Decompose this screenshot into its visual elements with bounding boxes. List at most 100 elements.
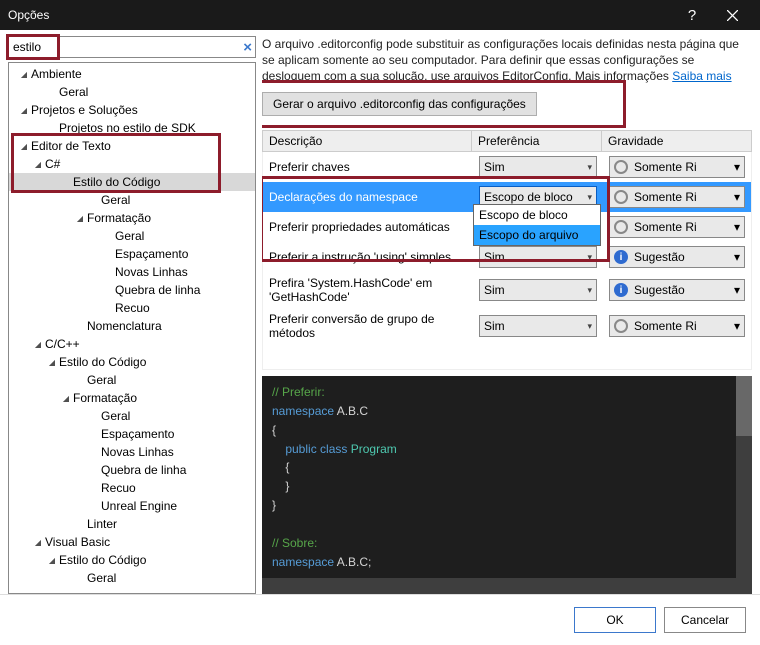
- expander-icon[interactable]: [17, 69, 31, 79]
- grid-row[interactable]: Declarações do namespaceEscopo de bloco▾…: [263, 182, 751, 212]
- preference-select[interactable]: Sim▾: [479, 315, 597, 337]
- tree-node[interactable]: C/C++: [9, 335, 255, 353]
- preference-select[interactable]: Sim▾: [479, 156, 597, 178]
- expander-icon[interactable]: [31, 339, 45, 349]
- tree-label: Espaçamento: [115, 247, 188, 261]
- tree-node[interactable]: Estilo do Código: [9, 353, 255, 371]
- clear-search-icon[interactable]: ×: [243, 39, 252, 56]
- tree-node[interactable]: C#: [9, 155, 255, 173]
- tree-label: Formatação: [87, 211, 151, 225]
- horizontal-scrollbar[interactable]: [262, 578, 752, 594]
- close-icon[interactable]: [712, 0, 752, 30]
- expander-icon[interactable]: [31, 537, 45, 547]
- tree-label: C/C++: [45, 337, 80, 351]
- expander-icon[interactable]: [31, 159, 45, 169]
- tree-node[interactable]: Geral: [9, 83, 255, 101]
- expander-icon[interactable]: [45, 357, 59, 367]
- tree-node[interactable]: Geral: [9, 371, 255, 389]
- tree-node[interactable]: Novas Linhas: [9, 263, 255, 281]
- tree-node[interactable]: Estilo do Código: [9, 173, 255, 191]
- search-input[interactable]: [8, 36, 256, 58]
- ok-button[interactable]: OK: [574, 607, 656, 633]
- tree-label: Editor de Texto: [31, 139, 111, 153]
- dropdown-option[interactable]: Escopo do arquivo: [474, 225, 600, 245]
- tree-node[interactable]: Projetos e Soluções: [9, 101, 255, 119]
- tree-node[interactable]: Editor de Texto: [9, 137, 255, 155]
- cell-description: Declarações do namespace: [263, 182, 473, 212]
- severity-select[interactable]: Somente Ri▾: [609, 315, 745, 337]
- grid-row[interactable]: Prefira 'System.HashCode' em 'GetHashCod…: [263, 272, 751, 308]
- grid-row[interactable]: Preferir a instrução 'using' simplesSim▾…: [263, 242, 751, 272]
- tree-label: Formatação: [73, 391, 137, 405]
- tree-label: Linter: [87, 517, 117, 531]
- tree-node[interactable]: Projetos no estilo de SDK: [9, 119, 255, 137]
- ring-icon: [614, 160, 628, 174]
- ring-icon: [614, 190, 628, 204]
- preference-select[interactable]: Sim▾: [479, 246, 597, 268]
- grid-row[interactable]: Preferir chavesSim▾Somente Ri▾: [263, 152, 751, 182]
- cell-description: Preferir conversão de grupo de métodos: [263, 308, 473, 344]
- code-line: {: [272, 460, 289, 474]
- cell-description: Prefira 'System.HashCode' em 'GetHashCod…: [263, 272, 473, 308]
- grid-header: Descrição Preferência Gravidade: [262, 130, 752, 152]
- tree-node[interactable]: Espaçamento: [9, 245, 255, 263]
- tree-node[interactable]: Recuo: [9, 299, 255, 317]
- preference-select[interactable]: Sim▾: [479, 279, 597, 301]
- severity-select[interactable]: iSugestão▾: [609, 279, 745, 301]
- tree-label: Geral: [101, 193, 130, 207]
- titlebar: Opções ?: [0, 0, 760, 30]
- expander-icon[interactable]: [17, 105, 31, 115]
- ring-icon: [614, 319, 628, 333]
- tree-label: Nomenclatura: [87, 319, 162, 333]
- options-tree[interactable]: AmbienteGeralProjetos e SoluçõesProjetos…: [8, 62, 256, 594]
- tree-node[interactable]: Quebra de linha: [9, 461, 255, 479]
- generate-editorconfig-button[interactable]: Gerar o arquivo .editorconfig das config…: [262, 92, 537, 116]
- code-preview: // Preferir: namespace A.B.C { public cl…: [262, 376, 752, 594]
- expander-icon[interactable]: [73, 213, 87, 223]
- severity-label: Somente Ri: [634, 160, 697, 174]
- tree-node[interactable]: Quebra de linha: [9, 281, 255, 299]
- tree-label: Quebra de linha: [115, 283, 200, 297]
- tree-node[interactable]: Visual Basic: [9, 533, 255, 551]
- code-line: // Preferir:: [272, 385, 325, 399]
- code-token: A.B.C;: [334, 555, 371, 569]
- tree-node[interactable]: Formatação: [9, 389, 255, 407]
- chevron-down-icon: ▾: [587, 321, 592, 332]
- dropdown-option[interactable]: Escopo de bloco: [474, 205, 600, 225]
- tree-node[interactable]: Geral: [9, 191, 255, 209]
- tree-node[interactable]: Ambiente: [9, 65, 255, 83]
- dialog-footer: OK Cancelar: [0, 594, 760, 645]
- settings-grid: Descrição Preferência Gravidade Preferir…: [262, 130, 752, 370]
- tree-node[interactable]: Geral: [9, 569, 255, 587]
- severity-select[interactable]: Somente Ri▾: [609, 156, 745, 178]
- severity-label: Sugestão: [634, 283, 685, 297]
- tree-node[interactable]: Novas Linhas: [9, 443, 255, 461]
- tree-node[interactable]: Nomenclatura: [9, 317, 255, 335]
- titlebar-controls: ?: [672, 0, 752, 30]
- tree-node[interactable]: Recuo: [9, 479, 255, 497]
- tree-node[interactable]: Geral: [9, 227, 255, 245]
- tree-node[interactable]: Estilo do Código: [9, 551, 255, 569]
- expander-icon[interactable]: [45, 555, 59, 565]
- grid-row[interactable]: Preferir conversão de grupo de métodos Si…: [263, 308, 751, 344]
- tree-label: Quebra de linha: [101, 463, 186, 477]
- severity-select[interactable]: Somente Ri▾: [609, 186, 745, 208]
- preference-dropdown[interactable]: Escopo de blocoEscopo do arquivo: [473, 204, 601, 246]
- tree-node[interactable]: Espaçamento: [9, 425, 255, 443]
- severity-select[interactable]: iSugestão▾: [609, 246, 745, 268]
- expander-icon[interactable]: [17, 141, 31, 151]
- cancel-button[interactable]: Cancelar: [664, 607, 746, 633]
- scrollbar-thumb[interactable]: [736, 376, 752, 436]
- tree-label: Estilo do Código: [59, 355, 146, 369]
- tree-node[interactable]: Formatação: [9, 209, 255, 227]
- chevron-down-icon: ▾: [734, 220, 740, 234]
- help-icon[interactable]: ?: [672, 0, 712, 30]
- code-token: class: [317, 442, 348, 456]
- learn-more-link[interactable]: Saiba mais: [672, 69, 731, 83]
- tree-node[interactable]: Unreal Engine: [9, 497, 255, 515]
- tree-node[interactable]: Linter: [9, 515, 255, 533]
- severity-select[interactable]: Somente Ri▾: [609, 216, 745, 238]
- tree-node[interactable]: Geral: [9, 407, 255, 425]
- window-title: Opções: [8, 8, 672, 22]
- expander-icon[interactable]: [59, 393, 73, 403]
